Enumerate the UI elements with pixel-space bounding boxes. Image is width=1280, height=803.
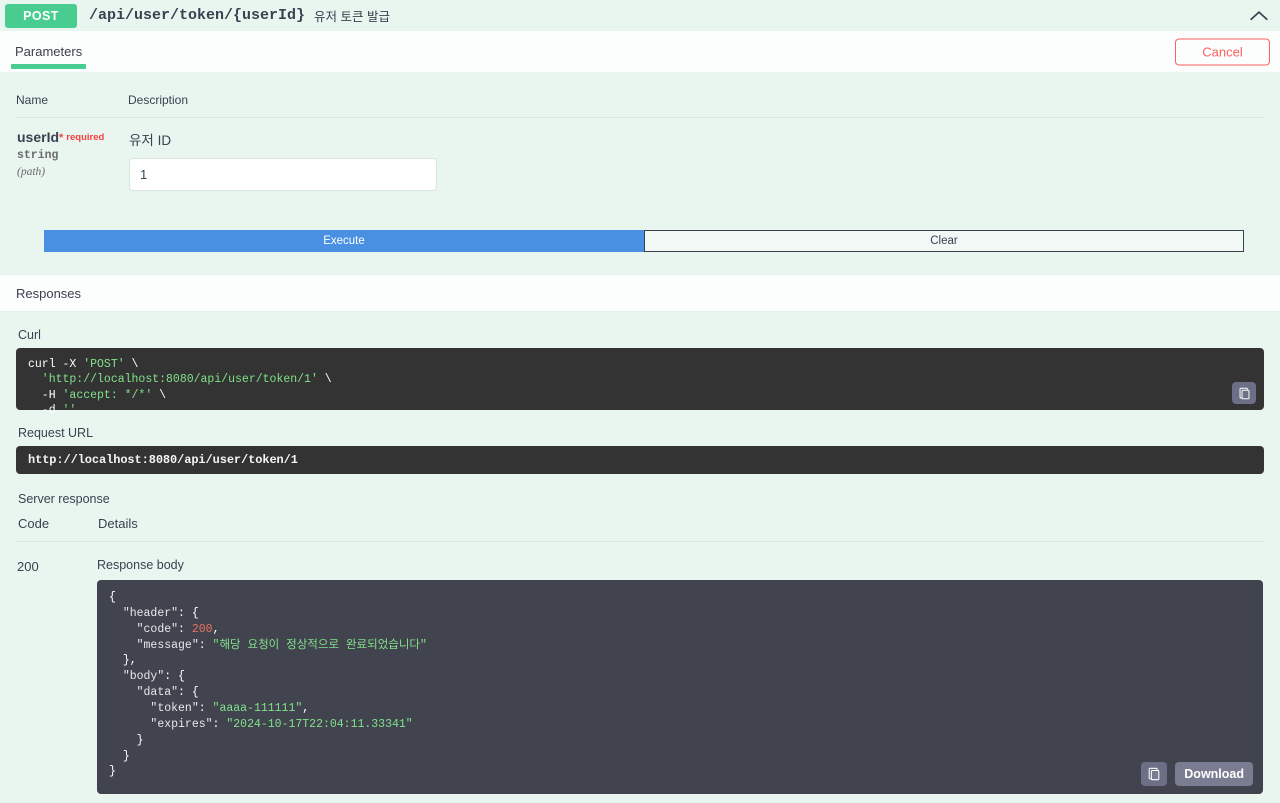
responses-body: Curl curl -X 'POST' \ 'http://localhost:…: [0, 312, 1280, 796]
parameter-description: 유저 ID: [129, 133, 172, 148]
operation-summary: 유저 토큰 발급: [314, 10, 390, 24]
parameters-table-header-row: Name Description: [16, 73, 1264, 118]
parameter-name: userId* required: [17, 129, 127, 147]
parameter-description-cell: 유저 ID: [128, 118, 1264, 193]
required-star-icon: *: [59, 132, 64, 144]
responses-title: Responses: [16, 285, 82, 301]
parameter-location: (path): [17, 165, 46, 178]
http-method-badge: POST: [5, 3, 77, 28]
table-row: userId* required string (path) 유저 ID: [16, 118, 1264, 193]
clear-button[interactable]: Clear: [644, 230, 1244, 252]
curl-flag-d: -d: [28, 404, 63, 418]
column-header-name: Name: [16, 73, 128, 118]
response-json-text: { "header": { "code": 200, "message": "해…: [109, 591, 427, 779]
curl-data-value: '': [62, 404, 77, 418]
server-response-table: Code Details 200 Response body { "header…: [16, 516, 1264, 795]
operation-tabbar: Parameters Cancel: [0, 31, 1280, 73]
copy-response-icon[interactable]: [1141, 762, 1168, 787]
response-body-code-block: { "header": { "code": 200, "message": "해…: [97, 580, 1263, 795]
server-response-label: Server response: [18, 492, 110, 506]
status-code: 200: [17, 559, 39, 574]
required-label: required: [66, 132, 105, 143]
curl-command: curl: [28, 358, 56, 371]
curl-accept-header: 'accept: */*': [62, 388, 153, 402]
curl-line-continuation-1: \: [124, 358, 139, 371]
action-button-row: Execute Clear: [16, 230, 1264, 274]
operation-header[interactable]: POST /api/user/token/{userId} 유저 토큰 발급: [0, 0, 1280, 31]
request-url-label: Request URL: [18, 426, 94, 440]
table-row: 200 Response body { "header": { "code": …: [16, 542, 1264, 796]
copy-curl-icon[interactable]: [1232, 382, 1256, 404]
parameter-name-cell: userId* required string (path): [16, 118, 128, 193]
curl-url-value: 'http://localhost:8080/api/user/token/1': [28, 373, 318, 387]
chevron-up-icon[interactable]: [1248, 5, 1270, 27]
responses-header: Responses: [0, 274, 1280, 312]
curl-method-value: 'POST': [83, 358, 125, 371]
response-actions: Download: [1141, 762, 1253, 787]
response-details-cell: Response body { "header": { "code": 200,…: [96, 542, 1264, 796]
cancel-button[interactable]: Cancel: [1175, 38, 1270, 65]
parameters-table: Name Description userId* required string …: [16, 73, 1264, 192]
curl-label: Curl: [18, 328, 41, 342]
parameter-type: string: [17, 148, 59, 162]
userid-input[interactable]: [129, 158, 437, 191]
tab-parameters[interactable]: Parameters: [11, 31, 87, 72]
operation-path: /api/user/token/{userId}: [89, 7, 306, 24]
curl-code-block: curl -X 'POST' \ 'http://localhost:8080/…: [16, 348, 1264, 417]
curl-line-continuation-3: \: [152, 388, 167, 402]
tab-parameters-label: Parameters: [15, 44, 83, 59]
server-response-header-row: Code Details: [16, 516, 1264, 542]
download-button[interactable]: Download: [1175, 762, 1253, 787]
curl-flag-h: -H: [28, 388, 63, 402]
parameters-section: Name Description userId* required string …: [0, 73, 1280, 274]
response-body-label: Response body: [97, 558, 184, 572]
curl-line-continuation-2: \: [317, 373, 332, 387]
curl-flag-x: -X: [55, 358, 84, 371]
request-url-value: http://localhost:8080/api/user/token/1: [16, 446, 1264, 474]
column-header-details: Details: [96, 516, 1264, 542]
status-code-cell: 200: [16, 542, 96, 796]
parameter-name-text: userId: [17, 129, 60, 145]
column-header-code: Code: [16, 516, 96, 542]
column-header-description: Description: [128, 73, 1264, 118]
execute-button[interactable]: Execute: [44, 230, 644, 252]
